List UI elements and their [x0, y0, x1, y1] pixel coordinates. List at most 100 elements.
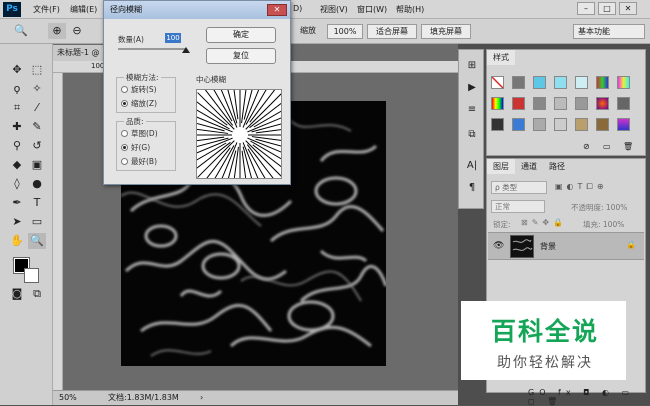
fill-screen-button[interactable]: 填充屏幕	[421, 24, 471, 39]
style-swatch[interactable]	[491, 97, 504, 110]
layer-kind-filter[interactable]: ρ 类型	[491, 181, 547, 194]
style-swatch[interactable]	[575, 76, 588, 89]
eyedropper-icon[interactable]: ⁄	[28, 100, 46, 116]
lock-icons[interactable]: ⊠✎✥🔒	[521, 218, 567, 227]
properties-panel-icon[interactable]: ⧉	[463, 127, 481, 143]
maximize-button[interactable]: □	[598, 2, 616, 15]
amount-input[interactable]: 100	[165, 33, 181, 43]
dodge-tool-icon[interactable]: ●	[28, 176, 46, 192]
style-swatch[interactable]	[512, 118, 525, 131]
style-swatch[interactable]	[512, 76, 525, 89]
style-swatch[interactable]	[554, 118, 567, 131]
lasso-tool-icon[interactable]: ϙ	[8, 81, 26, 97]
tools-panel: ✥ ⬚ ϙ ✧ ⌗ ⁄ ✚ ✎ ⚲ ↺ ◆ ▣ ◊ ● ✒ T ➤ ▭ ✋ 🔍 …	[0, 44, 53, 405]
clone-stamp-icon[interactable]: ⚲	[8, 138, 26, 154]
style-swatch[interactable]	[533, 97, 546, 110]
new-style-icon[interactable]: ▭	[603, 142, 611, 151]
quality-good-radio[interactable]: 好(G)	[121, 142, 150, 153]
brush-tool-icon[interactable]: ✎	[28, 119, 46, 135]
menu-file[interactable]: 文件(F)	[33, 4, 60, 15]
quick-mask-icon[interactable]: ◙	[8, 286, 26, 302]
style-swatch[interactable]	[512, 97, 525, 110]
fit-screen-button[interactable]: 适合屏幕	[367, 24, 417, 39]
fill-field[interactable]: 填充: 100%	[583, 219, 624, 230]
style-swatch[interactable]	[617, 97, 630, 110]
hand-tool-icon[interactable]: ✋	[8, 233, 26, 249]
status-arrow-icon[interactable]: ›	[200, 391, 203, 405]
close-window-button[interactable]: ✕	[619, 2, 637, 15]
quality-draft-radio[interactable]: 草图(D)	[121, 128, 158, 139]
style-swatch[interactable]	[617, 76, 630, 89]
tab-channels[interactable]: 通道	[515, 159, 543, 174]
reset-button[interactable]: 复位	[206, 48, 276, 64]
style-swatch[interactable]	[596, 97, 609, 110]
style-swatch[interactable]	[596, 76, 609, 89]
eraser-icon[interactable]: ◆	[8, 157, 26, 173]
watermark-subtitle: 助你轻松解决	[497, 355, 593, 371]
tab-layers[interactable]: 图层	[487, 159, 515, 174]
shape-tool-icon[interactable]: ▭	[28, 214, 46, 230]
type-tool-icon[interactable]: T	[28, 195, 46, 211]
style-swatch[interactable]	[554, 97, 567, 110]
opacity-field[interactable]: 不透明度: 100%	[571, 202, 627, 213]
workspace-select[interactable]: 基本功能	[573, 24, 645, 39]
style-swatch[interactable]	[491, 118, 504, 131]
menu-window[interactable]: 窗口(W)	[357, 4, 387, 15]
minimize-button[interactable]: –	[577, 2, 595, 15]
blur-center-preview[interactable]	[196, 89, 282, 179]
layer-filter-icons[interactable]: ▣◐T⧠⊕	[555, 182, 608, 192]
move-tool-icon[interactable]: ✥	[8, 62, 26, 78]
menu-help[interactable]: 帮助(H)	[396, 4, 424, 15]
healing-brush-icon[interactable]: ✚	[8, 119, 26, 135]
zoom-out-icon[interactable]: ⊖	[68, 23, 86, 39]
clear-style-icon[interactable]: ⊘	[583, 142, 590, 151]
style-swatch[interactable]	[575, 118, 588, 131]
character-panel-icon[interactable]: A|	[463, 158, 481, 174]
layer-row-background[interactable]: 👁 背景 🔒	[488, 232, 644, 260]
menu-view[interactable]: 视图(V)	[320, 4, 348, 15]
quality-best-radio[interactable]: 最好(B)	[121, 156, 157, 167]
zoom-100-button[interactable]: 100%	[327, 24, 363, 39]
tab-styles[interactable]: 样式	[487, 50, 515, 65]
style-swatch[interactable]	[596, 118, 609, 131]
zoom-in-icon[interactable]: ⊕	[48, 23, 66, 39]
marquee-tool-icon[interactable]: ⬚	[28, 62, 46, 78]
method-zoom-radio[interactable]: 缩放(Z)	[121, 98, 157, 109]
method-spin-radio[interactable]: 旋转(S)	[121, 84, 157, 95]
style-swatch[interactable]	[533, 118, 546, 131]
amount-slider-thumb[interactable]	[182, 47, 190, 53]
amount-slider-track[interactable]	[118, 48, 186, 50]
path-select-icon[interactable]: ➤	[8, 214, 26, 230]
tab-paths[interactable]: 路径	[543, 159, 571, 174]
zoom-tool-icon[interactable]: 🔍	[12, 23, 30, 39]
crop-tool-icon[interactable]: ⌗	[8, 100, 26, 116]
style-swatch[interactable]	[533, 76, 546, 89]
style-swatch[interactable]	[575, 97, 588, 110]
screen-mode-icon[interactable]: ⧉	[28, 286, 46, 302]
menu-3d[interactable]: D)	[293, 4, 302, 13]
style-swatch[interactable]	[554, 76, 567, 89]
adjustments-panel-icon[interactable]: ≡	[463, 102, 481, 118]
history-panel-icon[interactable]: ⊞	[463, 58, 481, 74]
visibility-eye-icon[interactable]: 👁	[493, 241, 504, 251]
menu-edit[interactable]: 编辑(E)	[70, 4, 97, 15]
zoom-level[interactable]: 50%	[59, 391, 77, 405]
magic-wand-icon[interactable]: ✧	[28, 81, 46, 97]
status-bar: 50% 文档:1.83M/1.83M ›	[53, 390, 458, 405]
style-swatch[interactable]	[617, 118, 630, 131]
blur-tool-icon[interactable]: ◊	[8, 176, 26, 192]
style-none[interactable]	[491, 76, 504, 89]
background-color-swatch[interactable]	[24, 268, 39, 283]
actions-panel-icon[interactable]: ▶	[463, 80, 481, 96]
ok-button[interactable]: 确定	[206, 27, 276, 43]
blend-mode-select[interactable]: 正常	[491, 200, 545, 213]
gradient-icon[interactable]: ▣	[28, 157, 46, 173]
history-brush-icon[interactable]: ↺	[28, 138, 46, 154]
layer-action-icons[interactable]: GO fx ◘ ◐ ▭ ◻ 🗑	[528, 388, 646, 406]
dialog-close-button[interactable]: ✕	[267, 4, 287, 16]
pen-tool-icon[interactable]: ✒	[8, 195, 26, 211]
styles-grid	[491, 70, 641, 150]
paragraph-panel-icon[interactable]: ¶	[463, 180, 481, 196]
delete-style-icon[interactable]: 🗑	[623, 142, 633, 151]
zoom-tool-icon[interactable]: 🔍	[28, 233, 46, 249]
